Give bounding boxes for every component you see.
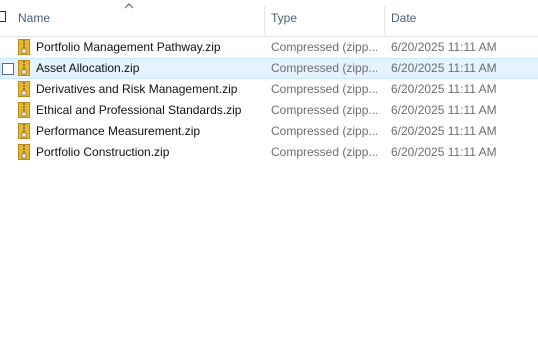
file-type: Compressed (zipp...	[271, 124, 377, 138]
column-header-type[interactable]: Type	[271, 11, 297, 25]
file-date: 6/20/2025 11:11 AM	[391, 124, 497, 138]
file-date: 6/20/2025 11:11 AM	[391, 82, 497, 96]
select-all-checkbox[interactable]	[0, 11, 6, 22]
zip-folder-icon	[18, 60, 30, 76]
file-date: 6/20/2025 11:11 AM	[391, 40, 497, 54]
zip-folder-icon	[18, 39, 30, 55]
file-date: 6/20/2025 11:11 AM	[391, 145, 497, 159]
file-date: 6/20/2025 11:11 AM	[391, 103, 497, 117]
file-name[interactable]: Derivatives and Risk Management.zip	[36, 82, 262, 97]
file-name[interactable]: Performance Measurement.zip	[36, 124, 262, 139]
zip-folder-icon	[18, 123, 30, 139]
file-row-hovered[interactable]: Asset Allocation.zip Compressed (zipp...…	[0, 58, 538, 79]
file-name[interactable]: Portfolio Construction.zip	[36, 145, 262, 160]
column-header-date[interactable]: Date	[391, 11, 416, 25]
file-row[interactable]: Ethical and Professional Standards.zip C…	[0, 100, 538, 121]
zip-folder-icon	[18, 102, 30, 118]
column-divider[interactable]	[384, 6, 385, 34]
column-divider[interactable]	[264, 6, 265, 34]
column-header-bar: Name Type Date	[0, 0, 538, 37]
sort-ascending-icon	[124, 3, 134, 9]
file-name[interactable]: Ethical and Professional Standards.zip	[36, 103, 262, 118]
file-row[interactable]: Portfolio Construction.zip Compressed (z…	[0, 142, 538, 163]
file-name[interactable]: Portfolio Management Pathway.zip	[36, 40, 262, 55]
column-header-name[interactable]: Name	[18, 11, 50, 25]
file-row[interactable]: Portfolio Management Pathway.zip Compres…	[0, 37, 538, 58]
file-type: Compressed (zipp...	[271, 103, 377, 117]
zip-folder-icon	[18, 144, 30, 160]
file-type: Compressed (zipp...	[271, 145, 377, 159]
zip-folder-icon	[18, 81, 30, 97]
file-type: Compressed (zipp...	[271, 61, 377, 75]
file-name[interactable]: Asset Allocation.zip	[36, 61, 262, 76]
file-row[interactable]: Derivatives and Risk Management.zip Comp…	[0, 79, 538, 100]
file-list-view: Name Type Date Portfolio Management Path…	[0, 0, 538, 341]
file-type: Compressed (zipp...	[271, 82, 377, 96]
file-date: 6/20/2025 11:11 AM	[391, 61, 497, 75]
row-select-checkbox[interactable]	[2, 63, 14, 75]
file-type: Compressed (zipp...	[271, 40, 377, 54]
file-row[interactable]: Performance Measurement.zip Compressed (…	[0, 121, 538, 142]
